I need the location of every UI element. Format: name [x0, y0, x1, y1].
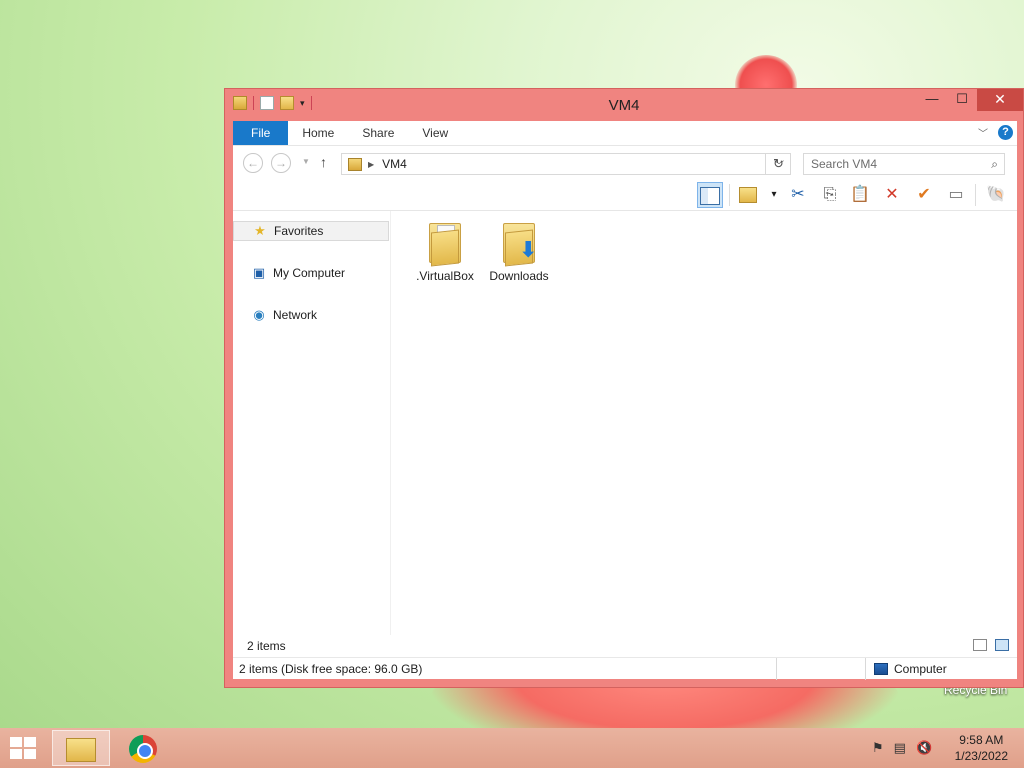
back-button[interactable]: ← [243, 153, 263, 173]
explorer-window: ▾ VM4 — ☐ ✕ File Home Share View ﹀ ? ← →… [224, 88, 1024, 688]
recent-locations-icon[interactable]: ▼ [302, 157, 310, 166]
forward-button[interactable]: → [271, 153, 291, 173]
file-item-label: .VirtualBox [416, 269, 474, 283]
status-computer: Computer [865, 658, 947, 680]
delete-icon[interactable]: ✕ [879, 182, 905, 208]
computer-icon [874, 663, 888, 675]
toolbar-separator [975, 184, 976, 206]
breadcrumb-path[interactable]: VM4 [382, 157, 407, 171]
location-icon [348, 157, 362, 171]
item-count: 2 items [247, 639, 286, 653]
nav-item-network[interactable]: ◉ Network [233, 305, 389, 325]
select-dropdown-icon[interactable]: ▾ [761, 182, 787, 208]
file-list: .VirtualBox ⬇ Downloads [391, 211, 1017, 657]
clock[interactable]: 9:58 AM 1/23/2022 [955, 732, 1008, 764]
rename-icon[interactable]: ▭ [943, 182, 969, 208]
address-field[interactable]: ▶ VM4 ﹀ [341, 153, 791, 175]
tab-file[interactable]: File [233, 121, 289, 145]
checkmark-icon[interactable]: ✔ [911, 182, 937, 208]
view-switcher [973, 639, 1009, 651]
items-count-bar: 2 items [233, 635, 1017, 657]
title-bar[interactable]: ▾ VM4 — ☐ ✕ [225, 89, 1023, 121]
clock-time: 9:58 AM [959, 733, 1004, 747]
copy-icon[interactable]: ⎘ [817, 182, 843, 208]
minimize-button[interactable]: — [917, 89, 947, 111]
start-button[interactable] [10, 737, 36, 759]
file-item-virtualbox[interactable]: .VirtualBox [409, 221, 481, 283]
close-button[interactable]: ✕ [977, 89, 1023, 111]
ribbon-tabs: File Home Share View ﹀ ? [233, 121, 1017, 145]
navigation-pane: ★ Favorites ▣ My Computer ◉ Network [233, 211, 391, 657]
shell-icon[interactable]: 🐚 [983, 182, 1009, 208]
action-center-flag-icon[interactable]: ⚑ [872, 740, 884, 756]
folder-check-icon [739, 186, 757, 203]
computer-icon: ▣ [252, 265, 266, 280]
network-icon: ◉ [253, 307, 265, 322]
file-item-label: Downloads [489, 269, 549, 283]
large-icons-view-icon[interactable] [995, 639, 1009, 651]
file-item-downloads[interactable]: ⬇ Downloads [483, 221, 555, 283]
expand-ribbon-icon[interactable]: ﹀ [978, 125, 988, 140]
details-view-icon[interactable] [973, 639, 987, 651]
select-folder-button[interactable] [735, 182, 761, 208]
search-icon[interactable]: ⌕ [991, 154, 998, 174]
tab-home[interactable]: Home [288, 121, 348, 145]
downloads-folder-icon: ⬇ [501, 221, 537, 267]
status-bar: 2 items (Disk free space: 96.0 GB) Compu… [233, 657, 1017, 680]
help-icon[interactable]: ? [998, 125, 1013, 140]
status-computer-label: Computer [894, 662, 947, 676]
tab-share[interactable]: Share [348, 121, 408, 145]
system-tray: ⚑ ▤ 🔇 [872, 740, 932, 756]
preview-pane-button[interactable] [697, 182, 723, 208]
pane-icon [700, 186, 720, 205]
folder-icon [427, 221, 463, 267]
nav-item-favorites[interactable]: ★ Favorites [233, 221, 389, 241]
window-controls: — ☐ ✕ [917, 89, 1023, 111]
star-icon: ★ [254, 223, 266, 238]
taskbar-file-explorer[interactable] [52, 730, 110, 766]
taskbar: ⚑ ▤ 🔇 9:58 AM 1/23/2022 [0, 728, 1024, 768]
up-button[interactable]: ↑ [320, 154, 327, 170]
search-placeholder: Search VM4 [811, 157, 878, 171]
paste-icon[interactable]: 📋 [847, 182, 873, 208]
tab-view[interactable]: View [408, 121, 462, 145]
command-toolbar: ▾ ✂ ⎘ 📋 ✕ ✔ ▭ 🐚 [233, 179, 1017, 211]
refresh-button[interactable]: ↻ [765, 153, 791, 175]
file-explorer-icon [66, 738, 96, 763]
chrome-icon [129, 735, 157, 764]
status-text: 2 items (Disk free space: 96.0 GB) [239, 662, 423, 676]
nav-item-label: Favorites [274, 224, 324, 238]
cut-icon[interactable]: ✂ [785, 182, 811, 208]
nav-item-label: Network [273, 308, 318, 322]
nav-item-my-computer[interactable]: ▣ My Computer [233, 263, 389, 283]
toolbar-separator [729, 184, 730, 206]
address-bar-row: ← → ▼ ↑ ▶ VM4 ﹀ ↻ Search VM4 ⌕ [233, 145, 1017, 179]
maximize-button[interactable]: ☐ [947, 89, 977, 111]
breadcrumb-arrow-icon[interactable]: ▶ [368, 160, 374, 169]
taskbar-chrome[interactable] [114, 730, 172, 766]
windows-logo-icon [10, 737, 22, 747]
ribbon-right-controls: ﹀ ? [978, 125, 1013, 140]
nav-item-label: My Computer [273, 266, 346, 280]
search-input[interactable]: Search VM4 ⌕ [803, 153, 1005, 175]
window-title: VM4 [608, 97, 640, 114]
clock-date: 1/23/2022 [954, 749, 1008, 763]
volume-muted-icon[interactable]: 🔇 [916, 740, 932, 756]
network-status-icon[interactable]: ▤ [894, 740, 906, 756]
